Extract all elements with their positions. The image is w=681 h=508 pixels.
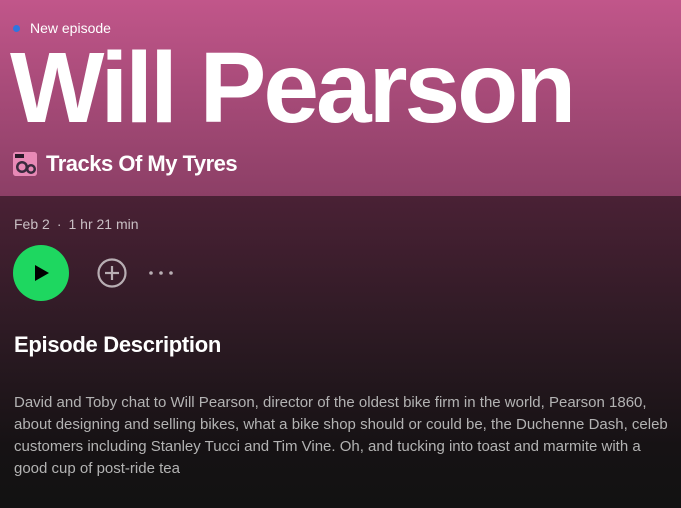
add-to-library-button[interactable]: [96, 257, 128, 289]
play-button[interactable]: [13, 245, 69, 301]
episode-description-heading: Episode Description: [14, 332, 222, 357]
meta-separator: ·: [56, 216, 62, 232]
episode-description-text: David and Toby chat to Will Pearson, dir…: [14, 394, 668, 477]
more-options-icon: [149, 271, 173, 275]
episode-title: Will Pearson: [10, 32, 576, 144]
show-name-link[interactable]: Tracks Of My Tyres: [46, 151, 238, 177]
more-options-button[interactable]: [146, 260, 178, 286]
show-cover-image: [13, 152, 37, 176]
show-link[interactable]: Tracks Of My Tyres: [13, 151, 238, 177]
episode-duration: 1 hr 21 min: [68, 216, 139, 232]
plus-circle-icon: [97, 258, 127, 288]
play-icon: [35, 265, 49, 281]
episode-meta: Feb 2 · 1 hr 21 min: [14, 216, 139, 232]
release-date: Feb 2: [14, 216, 50, 232]
